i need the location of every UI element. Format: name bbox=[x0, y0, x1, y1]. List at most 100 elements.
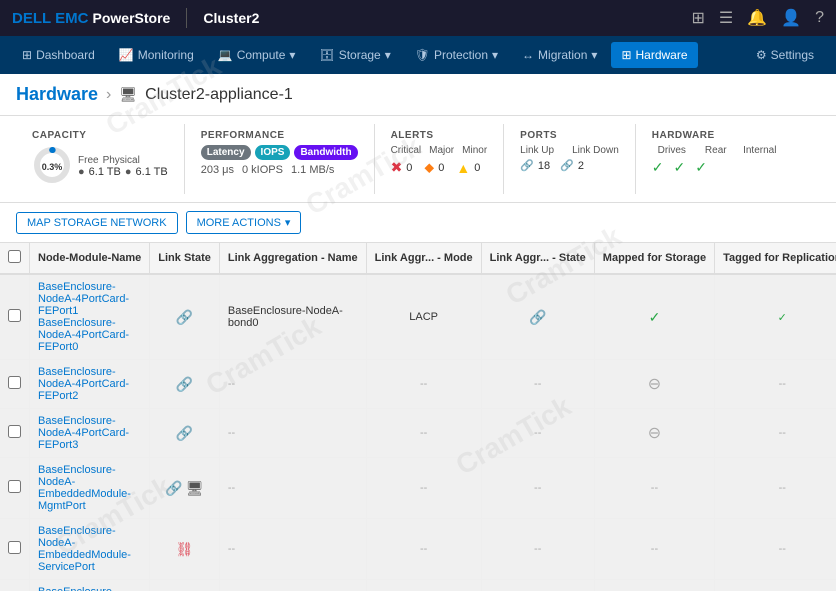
row-checkbox[interactable] bbox=[8, 480, 21, 493]
rear-label: Rear bbox=[696, 145, 736, 156]
nav-monitoring[interactable]: 📈 Monitoring bbox=[109, 42, 204, 68]
linkup-val: 18 bbox=[538, 160, 550, 172]
col-tagged-replication[interactable]: Tagged for Replication bbox=[715, 243, 836, 274]
dash: -- bbox=[228, 482, 235, 494]
row-checkbox[interactable] bbox=[8, 541, 21, 554]
linkdown-icon: 🔗 bbox=[560, 159, 574, 172]
select-all-header bbox=[0, 243, 30, 274]
col-mapped-storage[interactable]: Mapped for Storage bbox=[594, 243, 714, 274]
list-icon[interactable]: ☰ bbox=[719, 8, 733, 28]
bond-name: BaseEnclosure-NodeA-bond0 bbox=[228, 305, 343, 329]
col-link-agg-mode[interactable]: Link Aggr... - Mode bbox=[366, 243, 481, 274]
row-checkbox[interactable] bbox=[8, 425, 21, 438]
col-link-state[interactable]: Link State bbox=[150, 243, 220, 274]
secondary-nav: ⊞ Dashboard 📈 Monitoring 💻 Compute ▾ 🗄 S… bbox=[0, 36, 836, 74]
nav-compute[interactable]: 💻 Compute ▾ bbox=[208, 42, 306, 68]
major-val: 0 bbox=[438, 162, 444, 174]
row-checkbox[interactable] bbox=[8, 309, 21, 322]
nav-protection[interactable]: 🛡 Protection ▾ bbox=[405, 42, 508, 68]
link-agg-state-cell: -- bbox=[481, 458, 594, 519]
minus-icon: ⊖ bbox=[648, 376, 661, 393]
breadcrumb-chevron-icon: › bbox=[106, 86, 111, 104]
rear-check-icon: ✓ bbox=[674, 159, 686, 176]
more-actions-button[interactable]: MORE ACTIONS ▾ bbox=[186, 211, 302, 234]
map-storage-button[interactable]: MAP STORAGE NETWORK bbox=[16, 212, 178, 234]
linkdown-val: 2 bbox=[578, 160, 584, 172]
iops-badge: IOPS bbox=[255, 145, 291, 160]
table-row: BaseEnclosure-NodeA-4PortCard-FEPort3 🔗 … bbox=[0, 409, 836, 458]
iops-val: 0 kIOPS bbox=[242, 164, 283, 176]
protection-arrow-icon: ▾ bbox=[492, 48, 498, 62]
tagged-replication-cell: -- bbox=[715, 458, 836, 519]
link-agg-name-cell: -- bbox=[219, 409, 366, 458]
name-cell: BaseEnclosure-NodeA-EmbeddedModule-MgmtP… bbox=[30, 458, 150, 519]
dash: -- bbox=[534, 482, 541, 494]
latency-badge: Latency bbox=[201, 145, 251, 160]
row-checkbox-cell bbox=[0, 580, 30, 591]
name-cell: BaseEnclosure-NodeA-EmbeddedModule-Servi… bbox=[30, 519, 150, 580]
migration-arrow-icon: ▾ bbox=[591, 48, 597, 62]
port-link[interactable]: BaseEnclosure-NodeA-4PortCard-FEPort2 bbox=[38, 366, 129, 402]
dash: -- bbox=[420, 378, 427, 390]
help-icon[interactable]: ? bbox=[815, 9, 824, 27]
mapped-storage-cell: -- bbox=[594, 458, 714, 519]
bell-icon[interactable]: 🔔 bbox=[747, 8, 767, 28]
name-cell: BaseEnclosure-NodeA-4PortCard-FEPort2 bbox=[30, 360, 150, 409]
link-agg-state-cell: 🔗 bbox=[481, 274, 594, 360]
minor-count: ▲ 0 bbox=[456, 159, 480, 176]
capacity-phys-val: 6.1 TB bbox=[136, 166, 168, 178]
port-link[interactable]: BaseEnclosure-NodeA-IoModule1-FEPort0 bbox=[38, 586, 130, 591]
nav-storage[interactable]: 🗄 Storage ▾ bbox=[309, 42, 400, 68]
nav-hardware[interactable]: ⊞ Hardware bbox=[611, 42, 697, 68]
row-checkbox-cell bbox=[0, 458, 30, 519]
internal-label: Internal bbox=[740, 145, 780, 156]
grid-icon[interactable]: ⊞ bbox=[692, 8, 705, 28]
port-link-2[interactable]: BaseEnclosure-NodeA-4PortCard-FEPort0 bbox=[38, 317, 129, 353]
capacity-physical-label: Physical bbox=[103, 155, 140, 166]
nav-migration[interactable]: ↔ Migration ▾ bbox=[512, 42, 607, 68]
breadcrumb-home[interactable]: Hardware bbox=[16, 84, 98, 105]
tagged-replication-cell: -- bbox=[715, 360, 836, 409]
link-state-cell: 🔗 bbox=[150, 580, 220, 591]
minor-icon: ▲ bbox=[456, 160, 470, 176]
link-state-icon: 🔗 bbox=[176, 425, 193, 441]
link-state-icon: 🔗 bbox=[176, 309, 193, 325]
port-link[interactable]: BaseEnclosure-NodeA-4PortCard-FEPort1 bbox=[38, 281, 129, 317]
cell-dash: -- bbox=[651, 543, 658, 555]
link-agg-state-cell: -- bbox=[481, 519, 594, 580]
nav-dashboard[interactable]: ⊞ Dashboard bbox=[12, 42, 105, 68]
user-icon[interactable]: 👤 bbox=[781, 8, 801, 28]
col-link-agg-state[interactable]: Link Aggr... - State bbox=[481, 243, 594, 274]
internal-check-icon: ✓ bbox=[695, 159, 707, 176]
col-link-agg-name[interactable]: Link Aggregation - Name bbox=[219, 243, 366, 274]
link-agg-name-cell: -- bbox=[219, 360, 366, 409]
powerstore-label: PowerStore bbox=[93, 10, 171, 26]
linkup-icon: 🔗 bbox=[520, 159, 534, 172]
content-area: Hardware › 🖥 Cluster2-appliance-1 CAPACI… bbox=[0, 74, 836, 591]
dash: -- bbox=[420, 543, 427, 555]
link-agg-state-cell: -- bbox=[481, 409, 594, 458]
select-all-checkbox[interactable] bbox=[8, 250, 21, 263]
nav-settings[interactable]: ⚙ Settings bbox=[746, 42, 824, 68]
port-link[interactable]: BaseEnclosure-NodeA-4PortCard-FEPort3 bbox=[38, 415, 129, 451]
minor-label: Minor bbox=[462, 145, 487, 156]
compute-icon: 💻 bbox=[218, 48, 233, 62]
agg-mode: LACP bbox=[409, 311, 438, 323]
performance-label: PERFORMANCE bbox=[201, 130, 358, 141]
name-cell: BaseEnclosure-NodeA-4PortCard-FEPort1Bas… bbox=[30, 274, 150, 360]
port-link[interactable]: BaseEnclosure-NodeA-EmbeddedModule-MgmtP… bbox=[38, 464, 131, 512]
protection-icon: 🛡 bbox=[415, 48, 430, 62]
link-state-icon: 🔗 bbox=[176, 376, 193, 392]
major-icon: ⬥ bbox=[424, 159, 434, 176]
broken-link-icon: ⛓ bbox=[176, 541, 194, 557]
row-checkbox[interactable] bbox=[8, 376, 21, 389]
ports-table-container: Node-Module-Name Link State Link Aggrega… bbox=[0, 243, 836, 591]
col-name[interactable]: Node-Module-Name bbox=[30, 243, 150, 274]
capacity-free-val: 6.1 TB bbox=[89, 166, 121, 178]
hardware-block: HARDWARE Drives Rear Internal ✓ ✓ ✓ bbox=[636, 124, 796, 194]
capacity-free-bullet: ● bbox=[78, 166, 85, 178]
link-agg-mode-cell: -- bbox=[366, 360, 481, 409]
link-agg-name-cell: -- bbox=[219, 458, 366, 519]
port-link[interactable]: BaseEnclosure-NodeA-EmbeddedModule-Servi… bbox=[38, 525, 131, 573]
drives-status: ✓ bbox=[652, 159, 664, 176]
